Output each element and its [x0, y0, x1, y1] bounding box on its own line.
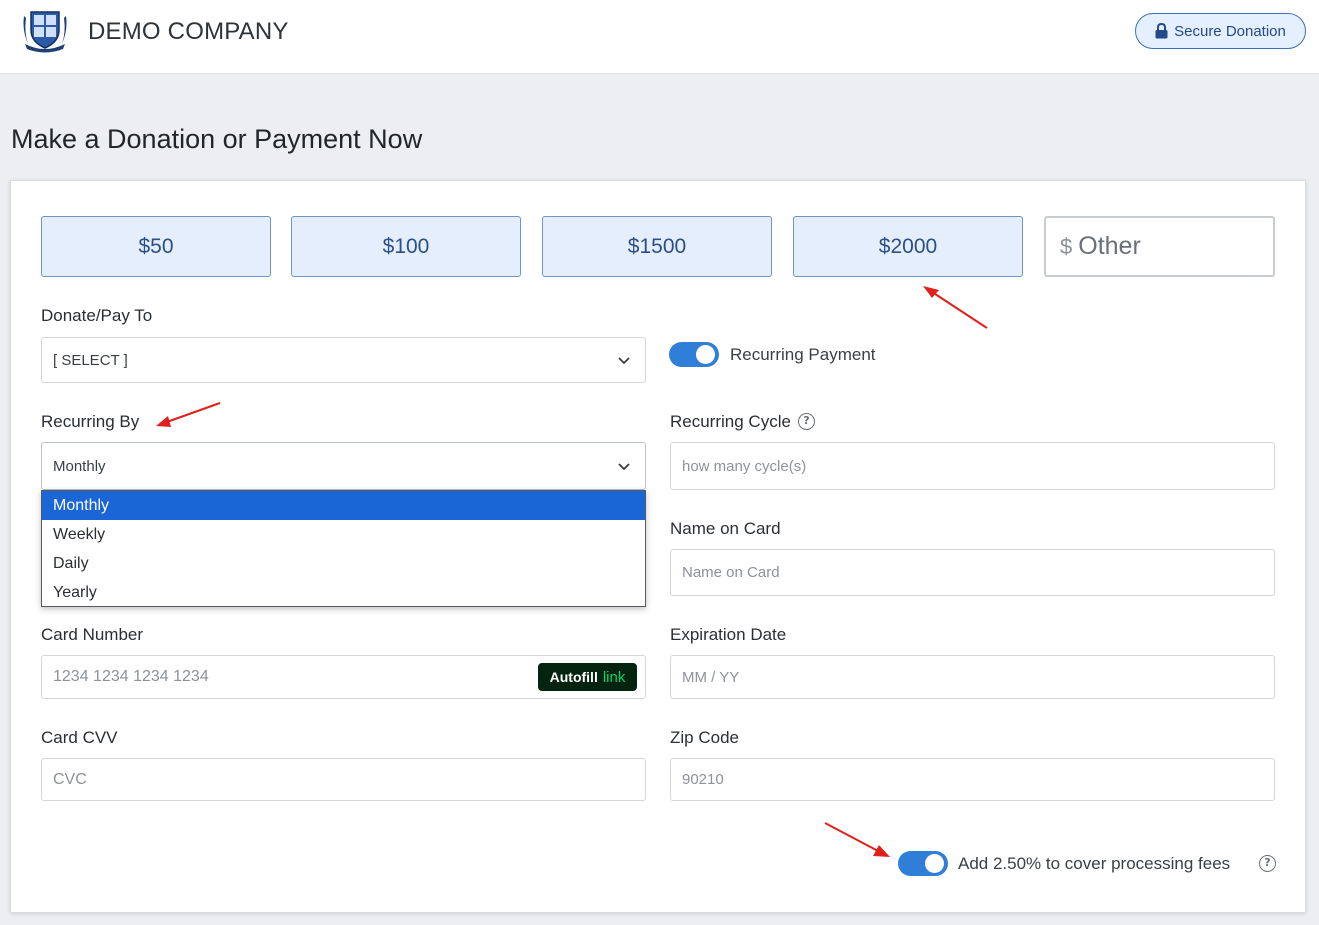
autofill-link-button[interactable]: Autofill link — [538, 663, 637, 691]
recurring-cycle-label: Recurring Cycle — [670, 412, 791, 431]
secure-donation-button[interactable]: Secure Donation — [1135, 13, 1306, 49]
donate-to-value: [ SELECT ] — [53, 351, 128, 369]
zip-code-input[interactable] — [682, 771, 1274, 788]
donate-to-label: Donate/Pay To — [41, 306, 153, 325]
dropdown-option-yearly[interactable]: Yearly — [42, 578, 645, 607]
expiration-date-input[interactable] — [682, 668, 1274, 686]
chevron-down-icon — [618, 357, 630, 365]
expiration-date-label: Expiration Date — [670, 625, 787, 644]
card-number-label: Card Number — [41, 625, 144, 644]
top-bar: DEMO COMPANY Secure Donation — [0, 0, 1319, 74]
lock-icon — [1155, 23, 1168, 39]
dropdown-option-monthly[interactable]: Monthly — [42, 491, 645, 520]
help-circle-icon[interactable]: ? — [798, 413, 815, 430]
recurring-cycle-input[interactable] — [682, 457, 1274, 475]
dropdown-option-daily[interactable]: Daily — [42, 549, 645, 578]
donate-to-select[interactable]: [ SELECT ] — [41, 337, 646, 383]
zip-code-field[interactable] — [670, 758, 1275, 801]
zip-code-label: Zip Code — [670, 728, 739, 747]
card-cvv-label: Card CVV — [41, 728, 118, 747]
name-on-card-label: Name on Card — [670, 519, 781, 538]
recurring-by-dropdown: Monthly Weekly Daily Yearly — [41, 490, 646, 607]
toggle-knob — [925, 854, 944, 873]
help-circle-icon[interactable]: ? — [1259, 855, 1276, 872]
amount-button-1500[interactable]: $1500 — [542, 216, 772, 277]
name-on-card-input[interactable] — [682, 564, 1274, 581]
amount-button-2000[interactable]: $2000 — [793, 216, 1023, 277]
processing-fees-toggle[interactable] — [898, 851, 948, 876]
recurring-payment-label: Recurring Payment — [730, 345, 876, 364]
recurring-payment-toggle[interactable] — [669, 342, 719, 367]
toggle-knob — [696, 345, 715, 364]
dollar-sign-icon: $ — [1060, 233, 1073, 259]
secure-donation-label: Secure Donation — [1174, 22, 1286, 40]
autofill-label: Autofill — [549, 669, 598, 685]
amount-button-100[interactable]: $100 — [291, 216, 521, 277]
other-amount-input[interactable] — [1078, 232, 1259, 261]
card-cvv-input[interactable] — [53, 770, 645, 789]
expiration-date-field[interactable] — [670, 655, 1275, 699]
amount-button-50[interactable]: $50 — [41, 216, 271, 277]
other-amount-field[interactable]: $ — [1044, 216, 1275, 277]
recurring-by-select[interactable]: Monthly — [41, 442, 646, 490]
school-crest-logo-icon — [23, 11, 67, 53]
recurring-cycle-field[interactable] — [670, 442, 1275, 490]
link-logo-text: link — [602, 668, 626, 686]
name-on-card-field[interactable] — [670, 549, 1275, 596]
company-name: DEMO COMPANY — [88, 18, 289, 45]
recurring-by-label: Recurring By — [41, 412, 140, 431]
recurring-by-value: Monthly — [53, 457, 106, 475]
chevron-down-icon — [618, 463, 630, 471]
dropdown-option-weekly[interactable]: Weekly — [42, 520, 645, 549]
card-cvv-field[interactable] — [41, 758, 646, 801]
page-title: Make a Donation or Payment Now — [11, 124, 423, 154]
processing-fees-label: Add 2.50% to cover processing fees — [958, 854, 1231, 873]
